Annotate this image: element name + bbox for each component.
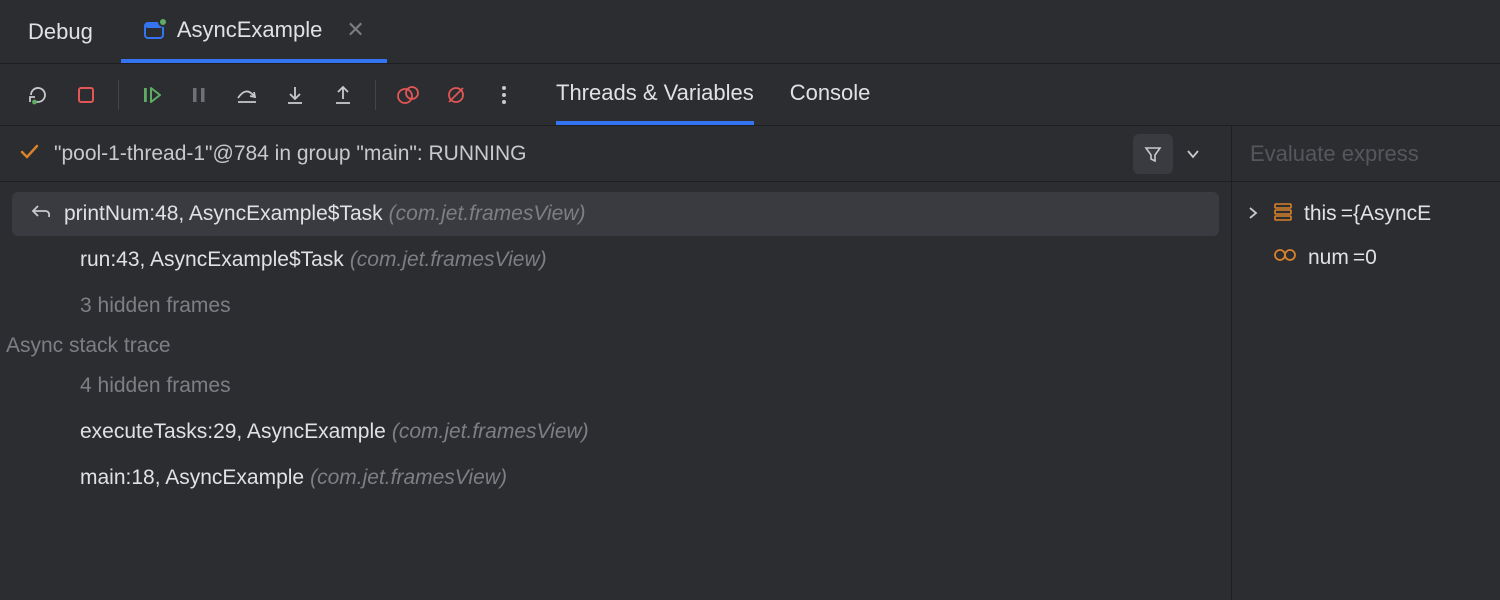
hidden-frames-label: 4 hidden frames <box>80 374 231 398</box>
frame-method: run:43, AsyncExample$Task <box>80 248 344 272</box>
thread-selector-bar[interactable]: "pool-1-thread-1"@784 in group "main": R… <box>0 126 1231 182</box>
drop-frame-icon[interactable] <box>30 200 52 228</box>
toolbar-separator <box>375 80 376 110</box>
step-out-button[interactable] <box>323 75 363 115</box>
frame-row[interactable]: printNum:48, AsyncExample$Task (com.jet.… <box>12 192 1219 236</box>
variables-pane: Evaluate express this = {AsyncE num <box>1232 126 1500 600</box>
frames-pane: "pool-1-thread-1"@784 in group "main": R… <box>0 126 1232 600</box>
view-breakpoints-button[interactable] <box>388 75 428 115</box>
thread-status-icon <box>18 140 40 168</box>
expand-icon[interactable] <box>1246 202 1262 226</box>
close-tab-icon[interactable]: ✕ <box>346 17 364 43</box>
hidden-frames-row[interactable]: 3 hidden frames <box>12 284 1219 328</box>
toolbar-separator <box>118 80 119 110</box>
pause-button[interactable] <box>179 75 219 115</box>
mute-breakpoints-button[interactable] <box>436 75 476 115</box>
frame-row[interactable]: main:18, AsyncExample (com.jet.framesVie… <box>12 456 1219 500</box>
tab-threads-variables[interactable]: Threads & Variables <box>556 64 754 125</box>
variable-eq: = <box>1341 202 1353 226</box>
debugger-main: "pool-1-thread-1"@784 in group "main": R… <box>0 126 1500 600</box>
hidden-frames-label: 3 hidden frames <box>80 294 231 318</box>
evaluate-placeholder: Evaluate express <box>1250 141 1419 167</box>
variable-row[interactable]: this = {AsyncE <box>1242 192 1500 236</box>
frame-package: (com.jet.framesView) <box>392 420 589 444</box>
resume-button[interactable] <box>131 75 171 115</box>
variable-name: num <box>1308 246 1349 270</box>
frame-row[interactable]: run:43, AsyncExample$Task (com.jet.frame… <box>12 238 1219 282</box>
async-section-label: Async stack trace <box>0 330 1231 362</box>
step-into-button[interactable] <box>275 75 315 115</box>
variable-value: {AsyncE <box>1353 202 1431 226</box>
debugger-inner-tabs: Threads & Variables Console <box>556 64 870 125</box>
hidden-frames-row[interactable]: 4 hidden frames <box>12 364 1219 408</box>
frame-method: printNum:48, AsyncExample$Task <box>64 202 383 226</box>
debug-header-tabs: Debug AsyncExample ✕ <box>0 0 1500 64</box>
frame-package: (com.jet.framesView) <box>310 466 507 490</box>
variable-row[interactable]: num = 0 <box>1242 236 1500 280</box>
frame-method: executeTasks:29, AsyncExample <box>80 420 386 444</box>
thread-dropdown-icon[interactable] <box>1173 134 1213 174</box>
thread-name-label: "pool-1-thread-1"@784 in group "main": R… <box>54 142 1133 166</box>
more-button[interactable] <box>484 75 524 115</box>
step-over-button[interactable] <box>227 75 267 115</box>
stop-button[interactable] <box>66 75 106 115</box>
tool-window-title: Debug <box>0 19 121 45</box>
run-config-label: AsyncExample <box>177 17 323 43</box>
variable-eq: = <box>1353 246 1365 270</box>
object-icon <box>1272 200 1294 228</box>
debugger-toolbar: Threads & Variables Console <box>0 64 1500 126</box>
variables-list: this = {AsyncE num = 0 <box>1232 182 1500 280</box>
tab-console[interactable]: Console <box>790 64 871 125</box>
rerun-button[interactable] <box>18 75 58 115</box>
run-config-tab[interactable]: AsyncExample ✕ <box>121 0 387 63</box>
frame-package: (com.jet.framesView) <box>350 248 547 272</box>
variable-value: 0 <box>1365 246 1377 270</box>
variable-name: this <box>1304 202 1337 226</box>
application-icon <box>143 19 165 41</box>
filter-button[interactable] <box>1133 134 1173 174</box>
watches-icon <box>1272 244 1298 272</box>
frames-list: printNum:48, AsyncExample$Task (com.jet.… <box>0 182 1231 502</box>
frame-row[interactable]: executeTasks:29, AsyncExample (com.jet.f… <box>12 410 1219 454</box>
frame-method: main:18, AsyncExample <box>80 466 304 490</box>
frame-package: (com.jet.framesView) <box>389 202 586 226</box>
evaluate-expression-input[interactable]: Evaluate express <box>1232 126 1500 182</box>
